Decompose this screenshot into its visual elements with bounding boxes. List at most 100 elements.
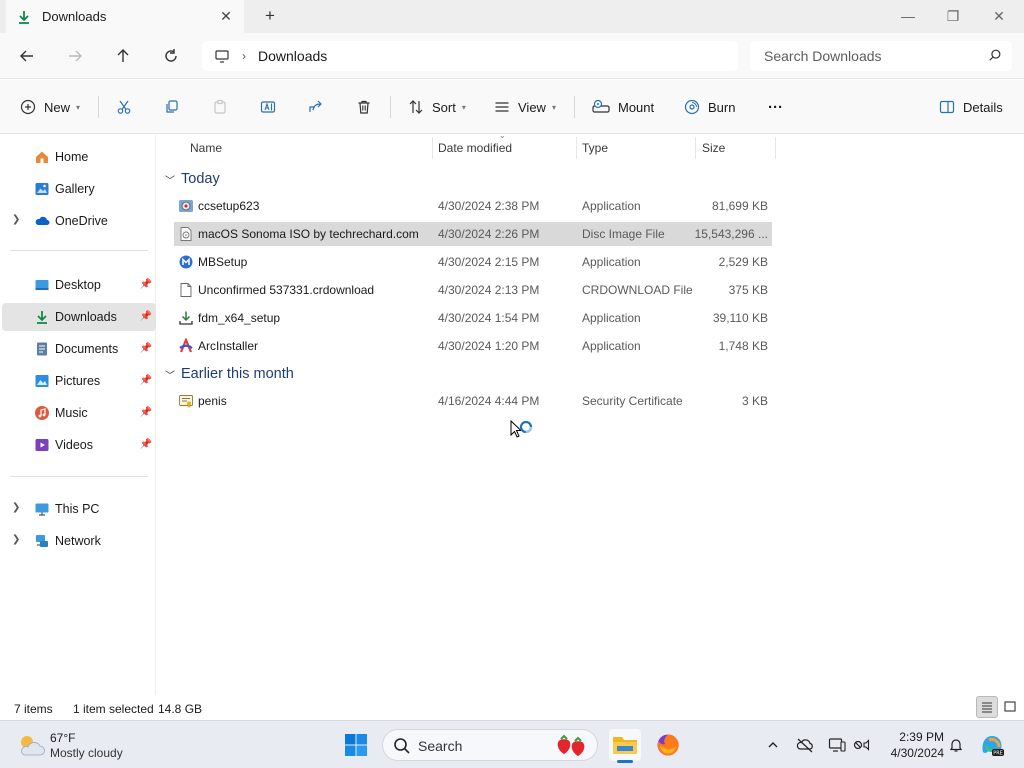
sidebar-item-this-pc[interactable]: ❯ This PC <box>2 495 156 523</box>
sidebar-divider <box>10 476 148 477</box>
sidebar-item-pictures[interactable]: Pictures 📌 <box>2 367 156 395</box>
column-divider[interactable] <box>576 137 577 159</box>
pin-icon[interactable]: 📌 <box>140 375 152 386</box>
sidebar-item-onedrive[interactable]: ❯ OneDrive <box>2 207 156 235</box>
firefox-taskbar-button[interactable] <box>652 729 684 761</box>
close-window-button[interactable]: ✕ <box>976 2 1022 30</box>
pin-icon[interactable]: 📌 <box>140 311 152 322</box>
music-icon <box>34 405 50 421</box>
forward-button[interactable] <box>62 43 88 69</box>
refresh-button[interactable] <box>158 43 184 69</box>
chevron-right-icon[interactable]: ❯ <box>12 502 20 513</box>
pin-icon[interactable]: 📌 <box>140 439 152 450</box>
details-view-toggle[interactable] <box>976 696 998 718</box>
copilot-button[interactable]: PRE <box>978 731 1006 759</box>
minimize-button[interactable]: — <box>885 2 931 30</box>
file-name: ccsetup623 <box>198 199 260 213</box>
sidebar-item-downloads[interactable]: Downloads 📌 <box>2 303 156 331</box>
group-header-today[interactable]: ﹀ Today <box>165 167 220 191</box>
pin-icon[interactable]: 📌 <box>140 407 152 418</box>
display-settings-icon[interactable] <box>827 735 847 755</box>
breadcrumb-downloads[interactable]: Downloads <box>258 48 327 64</box>
new-button[interactable]: New ▾ <box>20 94 80 120</box>
more-options-button[interactable]: ··· <box>768 94 783 120</box>
pin-icon[interactable]: 📌 <box>140 343 152 354</box>
breadcrumb-separator: › <box>242 49 246 63</box>
column-header-type[interactable]: Type <box>582 135 608 161</box>
table-row-selected[interactable]: macOS Sonoma ISO by techrechard.com 4/30… <box>174 222 772 246</box>
sort-button[interactable]: Sort ▾ <box>408 94 466 120</box>
cut-button[interactable] <box>116 94 132 120</box>
column-divider[interactable] <box>695 137 696 159</box>
sidebar-item-home[interactable]: Home <box>2 143 156 171</box>
mount-button[interactable]: Mount <box>592 94 654 120</box>
sidebar-item-desktop[interactable]: Desktop 📌 <box>2 271 156 299</box>
sidebar-item-gallery[interactable]: Gallery <box>2 175 156 203</box>
new-tab-button[interactable]: + <box>260 6 280 26</box>
column-divider[interactable] <box>775 137 776 159</box>
table-row[interactable]: MBSetup 4/30/2024 2:15 PM Application 2,… <box>174 250 772 274</box>
address-bar[interactable]: › Downloads <box>202 41 738 71</box>
column-header-name[interactable]: Name <box>190 135 222 161</box>
network-sound-icon[interactable] <box>852 735 872 755</box>
rename-button[interactable] <box>260 94 276 120</box>
chevron-right-icon[interactable]: ❯ <box>12 534 20 545</box>
file-explorer-taskbar-button[interactable] <box>609 729 641 763</box>
copy-button[interactable] <box>164 94 180 120</box>
file-type: CRDOWNLOAD File <box>582 283 693 297</box>
column-header-date[interactable]: Date modified <box>438 135 512 161</box>
file-date: 4/30/2024 2:26 PM <box>438 227 540 241</box>
title-bar: Downloads ✕ + — ❐ ✕ <box>0 0 1024 33</box>
chevron-right-icon[interactable]: ❯ <box>12 214 20 225</box>
paste-button[interactable] <box>212 94 228 120</box>
tab-close-icon[interactable]: ✕ <box>218 8 234 24</box>
restore-button[interactable]: ❐ <box>930 2 976 30</box>
burn-button[interactable]: Burn <box>684 94 735 120</box>
search-input[interactable]: Search Downloads <box>764 48 882 64</box>
details-pane-button[interactable]: Details <box>939 94 1003 120</box>
sidebar-label: Downloads <box>55 310 117 324</box>
file-type: Application <box>582 311 641 325</box>
tiles-view-toggle[interactable] <box>999 696 1021 718</box>
file-size: 375 KB <box>728 283 768 297</box>
clock[interactable]: 2:39 PM 4/30/2024 <box>880 729 944 761</box>
sidebar-label: Documents <box>55 342 119 356</box>
group-label: Today <box>181 171 220 187</box>
sidebar-item-documents[interactable]: Documents 📌 <box>2 335 156 363</box>
onedrive-offline-icon[interactable] <box>795 735 815 755</box>
back-button[interactable] <box>14 43 40 69</box>
sidebar-item-network[interactable]: ❯ Network <box>2 527 156 555</box>
pin-icon[interactable]: 📌 <box>140 279 152 290</box>
sidebar-divider <box>10 250 148 251</box>
table-row[interactable]: penis 4/16/2024 4:44 PM Security Certifi… <box>174 389 772 413</box>
table-row[interactable]: Unconfirmed 537331.crdownload 4/30/2024 … <box>174 278 772 302</box>
sidebar-label: OneDrive <box>55 214 108 228</box>
weather-widget[interactable]: 67°F Mostly cloudy <box>14 729 164 763</box>
show-hidden-icons-button[interactable] <box>763 735 783 755</box>
selection-size: 14.8 GB <box>158 702 203 716</box>
view-button[interactable]: View ▾ <box>494 94 556 120</box>
start-button[interactable] <box>340 729 372 761</box>
search-box[interactable]: Search Downloads <box>750 41 1012 71</box>
column-header-size[interactable]: Size <box>702 135 725 161</box>
share-button[interactable] <box>308 94 324 120</box>
table-row[interactable]: fdm_x64_setup 4/30/2024 1:54 PM Applicat… <box>174 306 772 330</box>
sidebar-item-music[interactable]: Music 📌 <box>2 399 156 427</box>
table-row[interactable]: ccsetup623 4/30/2024 2:38 PM Application… <box>174 194 772 218</box>
certificate-icon <box>178 393 194 409</box>
file-type: Application <box>582 199 641 213</box>
column-divider[interactable] <box>432 137 433 159</box>
home-icon <box>34 149 50 165</box>
taskbar-search[interactable]: Search <box>382 729 598 761</box>
delete-button[interactable] <box>356 94 372 120</box>
sidebar-item-videos[interactable]: Videos 📌 <box>2 431 156 459</box>
sidebar-label: Pictures <box>55 374 101 388</box>
tab-downloads[interactable]: Downloads ✕ <box>6 0 244 33</box>
up-button[interactable] <box>110 43 136 69</box>
table-row[interactable]: ArcInstaller 4/30/2024 1:20 PM Applicati… <box>174 334 772 358</box>
group-header-earlier[interactable]: ﹀ Earlier this month <box>165 362 294 386</box>
setup-app-icon <box>178 198 194 214</box>
notifications-button[interactable] <box>946 735 966 755</box>
share-icon <box>309 100 322 112</box>
file-size: 2,529 KB <box>718 255 768 269</box>
